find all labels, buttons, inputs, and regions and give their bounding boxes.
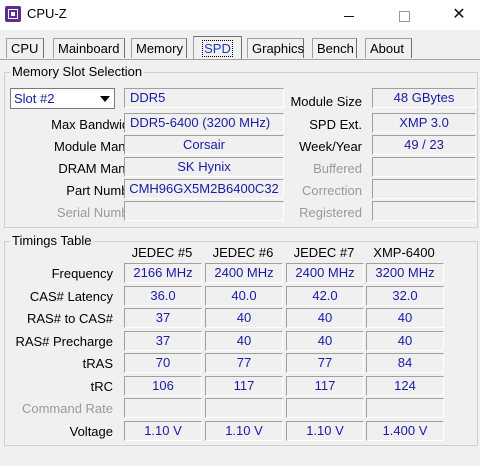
timing-cell: 36.0 bbox=[124, 286, 202, 306]
timing-cell: 77 bbox=[286, 353, 364, 373]
timing-cell: 3200 MHz bbox=[366, 263, 444, 283]
timing-cell: 2166 MHz bbox=[124, 263, 202, 283]
timing-cell: 2400 MHz bbox=[205, 263, 283, 283]
timing-cell bbox=[205, 398, 283, 418]
tab-underline bbox=[0, 59, 480, 60]
max-bandwidth-value: DDR5-6400 (3200 MHz) bbox=[124, 113, 284, 133]
slot-select[interactable]: Slot #2 bbox=[10, 88, 115, 109]
close-button[interactable]: ✕ bbox=[436, 0, 480, 30]
timing-cell: 40 bbox=[205, 308, 283, 328]
timing-cell bbox=[124, 398, 202, 418]
timing-cell: 2400 MHz bbox=[286, 263, 364, 283]
timing-cell: 124 bbox=[366, 376, 444, 396]
spd-ext-label: SPD Ext. bbox=[309, 117, 362, 132]
correction-value bbox=[372, 179, 476, 199]
timing-cell: 117 bbox=[205, 376, 283, 396]
window-title: CPU-Z bbox=[27, 6, 67, 21]
week-year-label: Week/Year bbox=[299, 139, 362, 154]
tab-about[interactable]: About bbox=[365, 38, 412, 58]
timing-cell: 40 bbox=[366, 331, 444, 351]
registered-label: Registered bbox=[299, 205, 362, 220]
timing-row-label: CAS# Latency bbox=[29, 289, 113, 304]
timing-cell: 77 bbox=[205, 353, 283, 373]
tab-bar: CPU Mainboard Memory SPD Graphics Bench … bbox=[0, 36, 480, 60]
title-bar: CPU-Z ✕ bbox=[0, 0, 480, 30]
cpu-z-app-icon bbox=[5, 6, 21, 22]
timing-cell: 40 bbox=[286, 331, 364, 351]
week-year-value: 49 / 23 bbox=[372, 135, 476, 155]
timing-cell: 1.400 V bbox=[366, 421, 444, 441]
timings-column-header: JEDEC #5 bbox=[131, 245, 193, 260]
timings-group-title: Timings Table bbox=[10, 233, 94, 248]
timings-column-header: XMP-6400 bbox=[373, 245, 435, 260]
part-number-value: CMH96GX5M2B6400C32 bbox=[124, 179, 284, 199]
timings-column-header: JEDEC #7 bbox=[293, 245, 355, 260]
maximize-icon bbox=[398, 10, 410, 22]
tab-bench[interactable]: Bench bbox=[312, 38, 357, 58]
tab-spd-label: SPD bbox=[202, 40, 233, 57]
timing-cell: 40 bbox=[366, 308, 444, 328]
module-size-value: 48 GBytes bbox=[372, 88, 476, 108]
timing-row-label: Command Rate bbox=[21, 401, 113, 416]
timing-row-label: Voltage bbox=[69, 424, 113, 439]
timing-row-label: Frequency bbox=[51, 266, 113, 281]
tab-cpu[interactable]: CPU bbox=[6, 38, 44, 58]
buffered-value bbox=[372, 157, 476, 177]
timing-cell: 32.0 bbox=[366, 286, 444, 306]
timing-cell: 40 bbox=[205, 331, 283, 351]
timing-cell: 70 bbox=[124, 353, 202, 373]
close-icon: ✕ bbox=[452, 6, 466, 23]
timing-row-label: RAS# Precharge bbox=[15, 334, 113, 349]
correction-label: Correction bbox=[302, 183, 362, 198]
timing-row-label: tRC bbox=[90, 379, 113, 394]
timing-cell: 1.10 V bbox=[205, 421, 283, 441]
tab-graphics[interactable]: Graphics bbox=[247, 38, 304, 58]
slot-select-value: Slot #2 bbox=[14, 91, 55, 106]
buffered-label: Buffered bbox=[313, 161, 362, 176]
timing-cell: 37 bbox=[124, 331, 202, 351]
timing-cell: 106 bbox=[124, 376, 202, 396]
timing-cell: 1.10 V bbox=[124, 421, 202, 441]
timing-cell: 40 bbox=[286, 308, 364, 328]
memory-type-value: DDR5 bbox=[124, 88, 284, 108]
tab-memory[interactable]: Memory bbox=[131, 38, 187, 58]
maximize-button[interactable] bbox=[381, 0, 427, 30]
timing-cell: 1.10 V bbox=[286, 421, 364, 441]
serial-number-value bbox=[124, 201, 284, 221]
timing-row-label: RAS# to CAS# bbox=[27, 311, 113, 326]
timing-cell bbox=[366, 398, 444, 418]
minimize-button[interactable] bbox=[326, 0, 372, 30]
registered-value bbox=[372, 201, 476, 221]
timings-column-header: JEDEC #6 bbox=[212, 245, 274, 260]
memory-slot-group-title: Memory Slot Selection bbox=[10, 64, 145, 79]
module-manuf-value: Corsair bbox=[124, 135, 284, 155]
module-size-label: Module Size bbox=[290, 94, 362, 109]
timing-cell: 40.0 bbox=[205, 286, 283, 306]
timing-cell: 42.0 bbox=[286, 286, 364, 306]
dram-manuf-value: SK Hynix bbox=[124, 157, 284, 177]
timing-cell: 37 bbox=[124, 308, 202, 328]
chevron-down-icon[interactable] bbox=[96, 89, 114, 108]
timing-cell: 117 bbox=[286, 376, 364, 396]
tab-spd[interactable]: SPD bbox=[193, 36, 242, 60]
timing-cell: 84 bbox=[366, 353, 444, 373]
tab-mainboard[interactable]: Mainboard bbox=[53, 38, 125, 58]
spd-ext-value: XMP 3.0 bbox=[372, 113, 476, 133]
timing-row-label: tRAS bbox=[82, 356, 113, 371]
timing-cell bbox=[286, 398, 364, 418]
minimize-icon bbox=[344, 15, 354, 17]
